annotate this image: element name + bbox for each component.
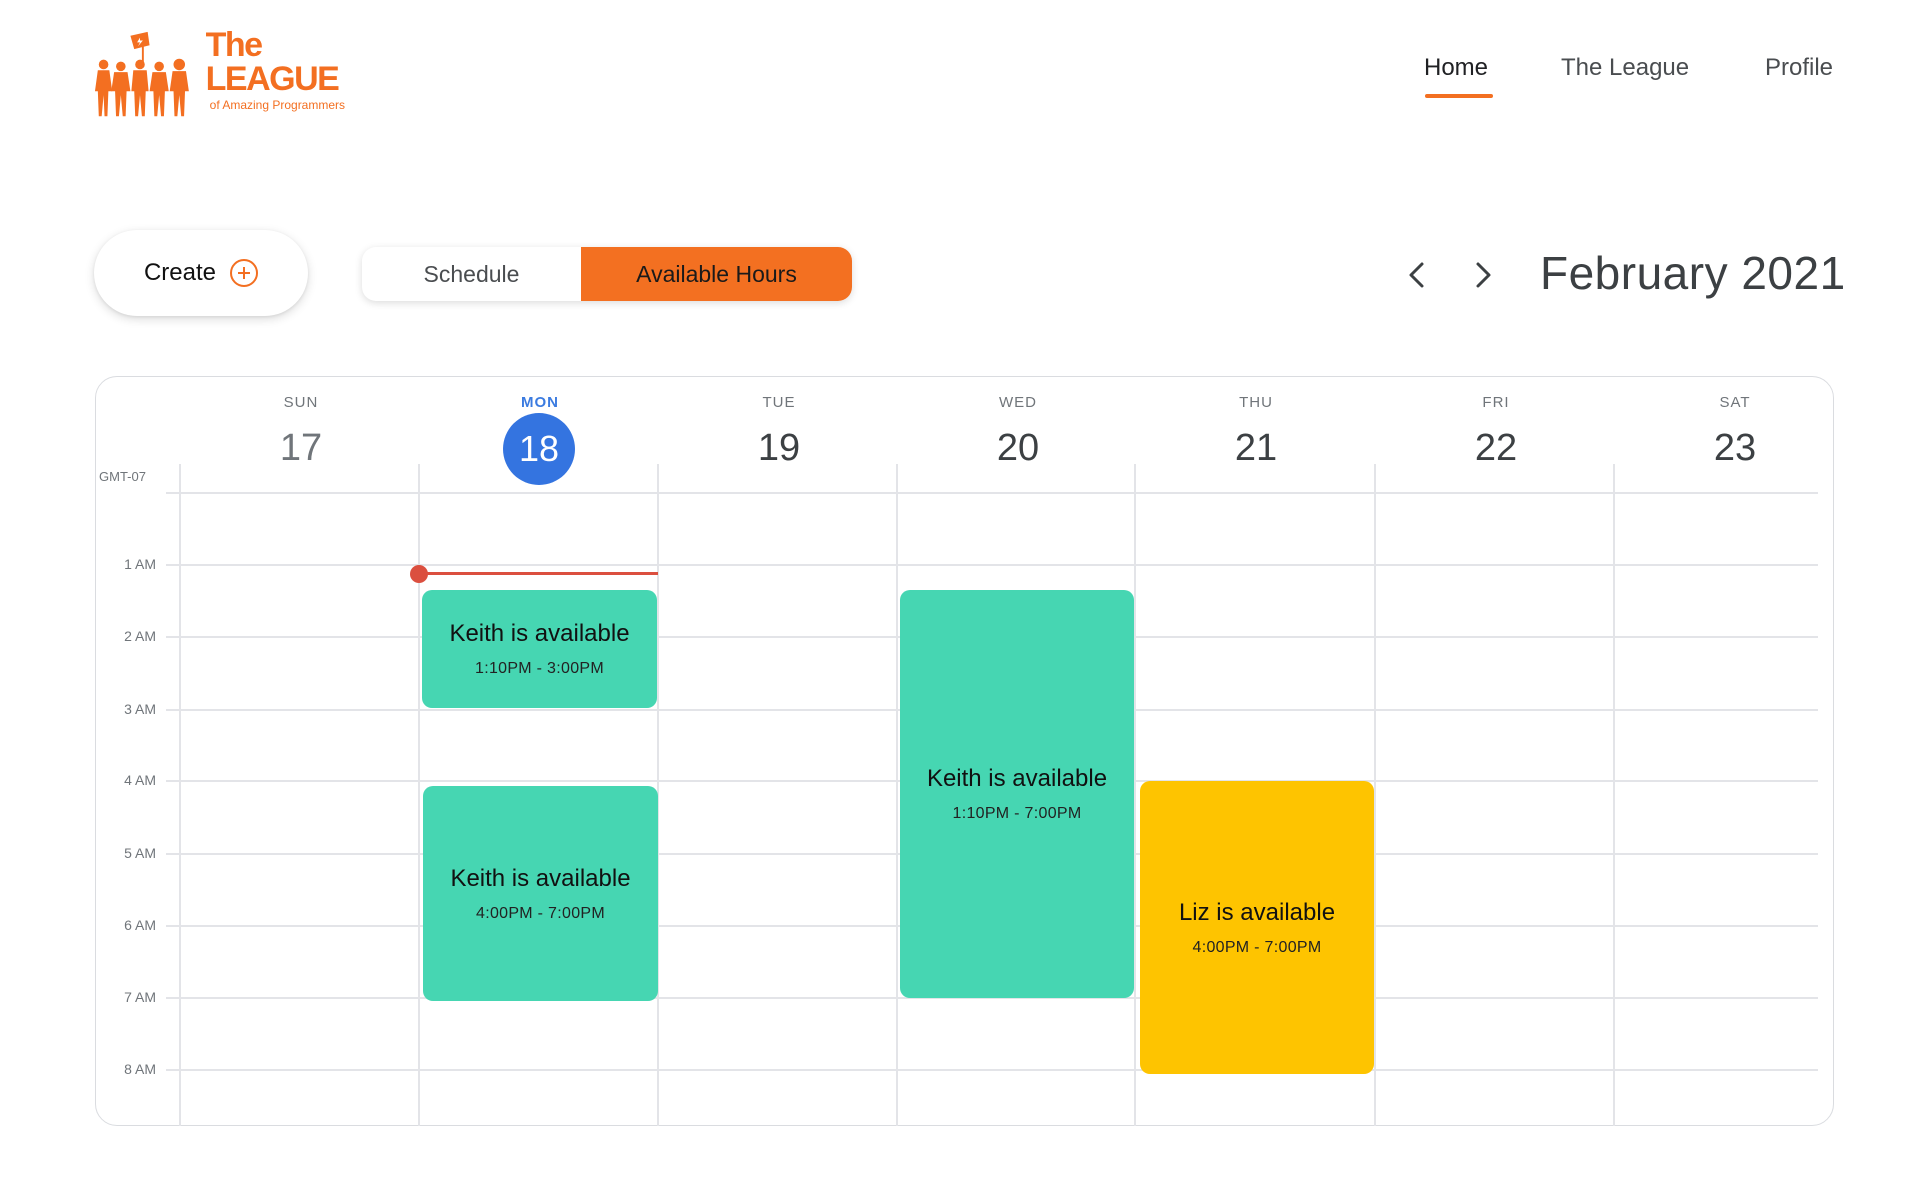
day-date-number[interactable]: 23	[1616, 420, 1854, 476]
plus-circle-icon	[230, 259, 259, 287]
hour-label: 1 AM	[124, 556, 156, 572]
tab-schedule[interactable]: Schedule	[362, 247, 581, 301]
hour-label: 7 AM	[124, 989, 156, 1005]
event-title: Liz is available	[1178, 898, 1336, 926]
hour-label: 3 AM	[124, 701, 156, 717]
league-figures-logo-icon	[94, 31, 189, 117]
event-card[interactable]: Keith is available 1:10PM - 7:00PM	[900, 590, 1134, 998]
nav-the-league[interactable]: The League	[1561, 54, 1689, 94]
view-toggle: Schedule Available Hours	[362, 247, 852, 301]
chevron-left-icon[interactable]	[1402, 258, 1432, 292]
nav-home[interactable]: Home	[1424, 54, 1488, 94]
day-of-week-label: THU	[1239, 394, 1273, 411]
day-date-number[interactable]: 17	[182, 420, 420, 476]
day-of-week-label: MON	[521, 394, 559, 411]
hour-label: 6 AM	[124, 917, 156, 933]
day-of-week-label: SAT	[1719, 394, 1751, 411]
day-date-number[interactable]: 21	[1137, 420, 1375, 476]
brand-subtitle: of Amazing Programmers	[209, 98, 346, 112]
hour-label: 8 AM	[124, 1061, 156, 1077]
tab-available-hours[interactable]: Available Hours	[581, 247, 852, 301]
day-date-number[interactable]: 22	[1377, 420, 1615, 476]
hour-label: 5 AM	[124, 845, 156, 861]
event-card[interactable]: Keith is available 4:00PM - 7:00PM	[423, 786, 658, 1001]
today-date-badge[interactable]: 18	[503, 413, 575, 485]
event-time: 1:10PM - 7:00PM	[952, 805, 1082, 822]
day-of-week-label: TUE	[762, 394, 796, 411]
nav-profile[interactable]: Profile	[1765, 54, 1833, 94]
event-title: Keith is available	[450, 864, 631, 892]
event-time: 4:00PM - 7:00PM	[476, 904, 605, 922]
create-button[interactable]: Create	[94, 230, 308, 316]
hour-label: 4 AM	[124, 772, 156, 788]
event-time: 1:10PM - 3:00PM	[475, 660, 604, 677]
current-time-line	[419, 572, 658, 575]
timezone-label: GMT-07	[99, 469, 146, 484]
day-of-week-label: FRI	[1482, 394, 1510, 411]
event-card[interactable]: Liz is available 4:00PM - 7:00PM	[1140, 781, 1374, 1074]
nav-active-indicator	[1425, 94, 1493, 98]
month-title: February 2021	[1540, 247, 1846, 299]
league-logo[interactable]: The LEAGUE of Amazing Programmers	[94, 26, 394, 120]
day-of-week-label: SUN	[283, 394, 319, 411]
hour-label: 2 AM	[124, 628, 156, 644]
brand-title: The LEAGUE	[205, 26, 340, 98]
chevron-right-icon[interactable]	[1468, 258, 1498, 292]
day-of-week-label: WED	[999, 394, 1037, 411]
event-time: 4:00PM - 7:00PM	[1192, 938, 1322, 956]
create-label: Create	[143, 259, 217, 286]
day-date-number[interactable]: 19	[660, 420, 898, 476]
day-date-number[interactable]: 20	[899, 420, 1137, 476]
event-title: Keith is available	[926, 765, 1108, 792]
event-title: Keith is available	[449, 620, 630, 647]
event-card[interactable]: Keith is available 1:10PM - 3:00PM	[422, 590, 657, 708]
